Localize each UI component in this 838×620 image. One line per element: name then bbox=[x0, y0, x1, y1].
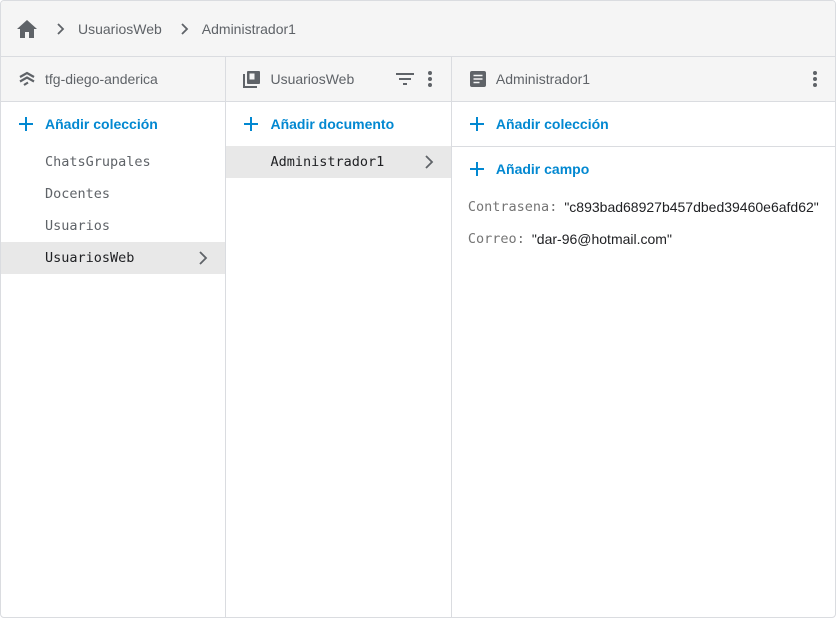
collection-list: ChatsGrupales Docentes Usuarios Usuarios… bbox=[1, 146, 226, 274]
list-item-docentes[interactable]: Docentes bbox=[1, 178, 225, 210]
collection-panel: UsuariosWeb Añadir documento Administrad… bbox=[226, 57, 452, 617]
chevron-right-icon bbox=[174, 18, 196, 40]
document-icon bbox=[468, 69, 488, 89]
list-item-label: Administrador1 bbox=[270, 154, 385, 170]
breadcrumb-item-collection[interactable]: UsuariosWeb bbox=[78, 21, 162, 37]
collection-panel-header: UsuariosWeb bbox=[226, 57, 451, 102]
add-collection-label: Añadir colección bbox=[45, 116, 158, 132]
field-value: "c893bad68927b457dbed39460e6afd62" bbox=[564, 199, 819, 215]
field-key: Correo bbox=[467, 231, 517, 247]
breadcrumb: UsuariosWeb Administrador1 bbox=[1, 1, 835, 57]
field-value: "dar-96@hotmail.com" bbox=[531, 231, 672, 247]
collection-title: UsuariosWeb bbox=[270, 71, 355, 87]
document-panel-header: Administrador1 bbox=[451, 57, 835, 102]
field-row-contrasena[interactable]: Contrasena: "c893bad68927b457dbed39460e6… bbox=[468, 191, 835, 223]
list-item-label: Docentes bbox=[45, 186, 111, 202]
firestore-data-viewer: UsuariosWeb Administrador1 tfg-diego-and… bbox=[0, 0, 836, 618]
field-list: Contrasena: "c893bad68927b457dbed39460e6… bbox=[452, 191, 835, 255]
add-subcollection-button[interactable]: Añadir colección bbox=[451, 102, 835, 147]
add-document-button[interactable]: Añadir documento bbox=[226, 102, 450, 146]
panels-container: tfg-diego-anderica Añadir colección Chat… bbox=[1, 57, 835, 617]
project-title: tfg-diego-anderica bbox=[45, 71, 158, 87]
more-vert-icon[interactable] bbox=[805, 69, 825, 89]
chevron-right-icon bbox=[50, 18, 72, 40]
field-colon: : bbox=[516, 231, 525, 247]
add-document-label: Añadir documento bbox=[270, 116, 395, 132]
chevron-right-icon bbox=[193, 248, 213, 268]
list-item-label: UsuariosWeb bbox=[45, 250, 135, 266]
list-item-label: ChatsGrupales bbox=[45, 154, 151, 170]
list-item-usuarios[interactable]: Usuarios bbox=[1, 210, 225, 242]
collection-icon bbox=[242, 69, 262, 89]
add-field-button[interactable]: Añadir campo bbox=[452, 147, 835, 191]
plus-icon bbox=[467, 159, 487, 179]
field-row-correo[interactable]: Correo: "dar-96@hotmail.com" bbox=[468, 223, 835, 255]
project-panel: tfg-diego-anderica Añadir colección Chat… bbox=[1, 57, 227, 617]
plus-icon bbox=[467, 114, 487, 134]
list-item-usuariosweb[interactable]: UsuariosWeb bbox=[1, 242, 226, 274]
document-list: Administrador1 bbox=[226, 146, 451, 178]
add-collection-button[interactable]: Añadir colección bbox=[1, 102, 225, 146]
list-item-administrador1[interactable]: Administrador1 bbox=[226, 146, 451, 178]
more-vert-icon[interactable] bbox=[420, 69, 440, 89]
home-icon[interactable] bbox=[16, 18, 38, 40]
document-title: Administrador1 bbox=[495, 71, 591, 87]
plus-icon bbox=[241, 114, 261, 134]
project-panel-header: tfg-diego-anderica bbox=[1, 57, 226, 102]
firestore-icon bbox=[17, 69, 37, 89]
breadcrumb-item-document[interactable]: Administrador1 bbox=[202, 21, 296, 37]
field-key: Contrasena bbox=[467, 199, 550, 215]
chevron-right-icon bbox=[419, 152, 439, 172]
plus-icon bbox=[16, 114, 36, 134]
add-subcollection-label: Añadir colección bbox=[495, 116, 609, 132]
list-item-label: Usuarios bbox=[45, 218, 111, 234]
filter-icon[interactable] bbox=[395, 69, 415, 89]
add-field-label: Añadir campo bbox=[495, 161, 590, 177]
field-colon: : bbox=[549, 199, 558, 215]
document-panel: Administrador1 Añadir colección Añadir c… bbox=[451, 57, 835, 617]
list-item-chatsgrupales[interactable]: ChatsGrupales bbox=[1, 146, 225, 178]
